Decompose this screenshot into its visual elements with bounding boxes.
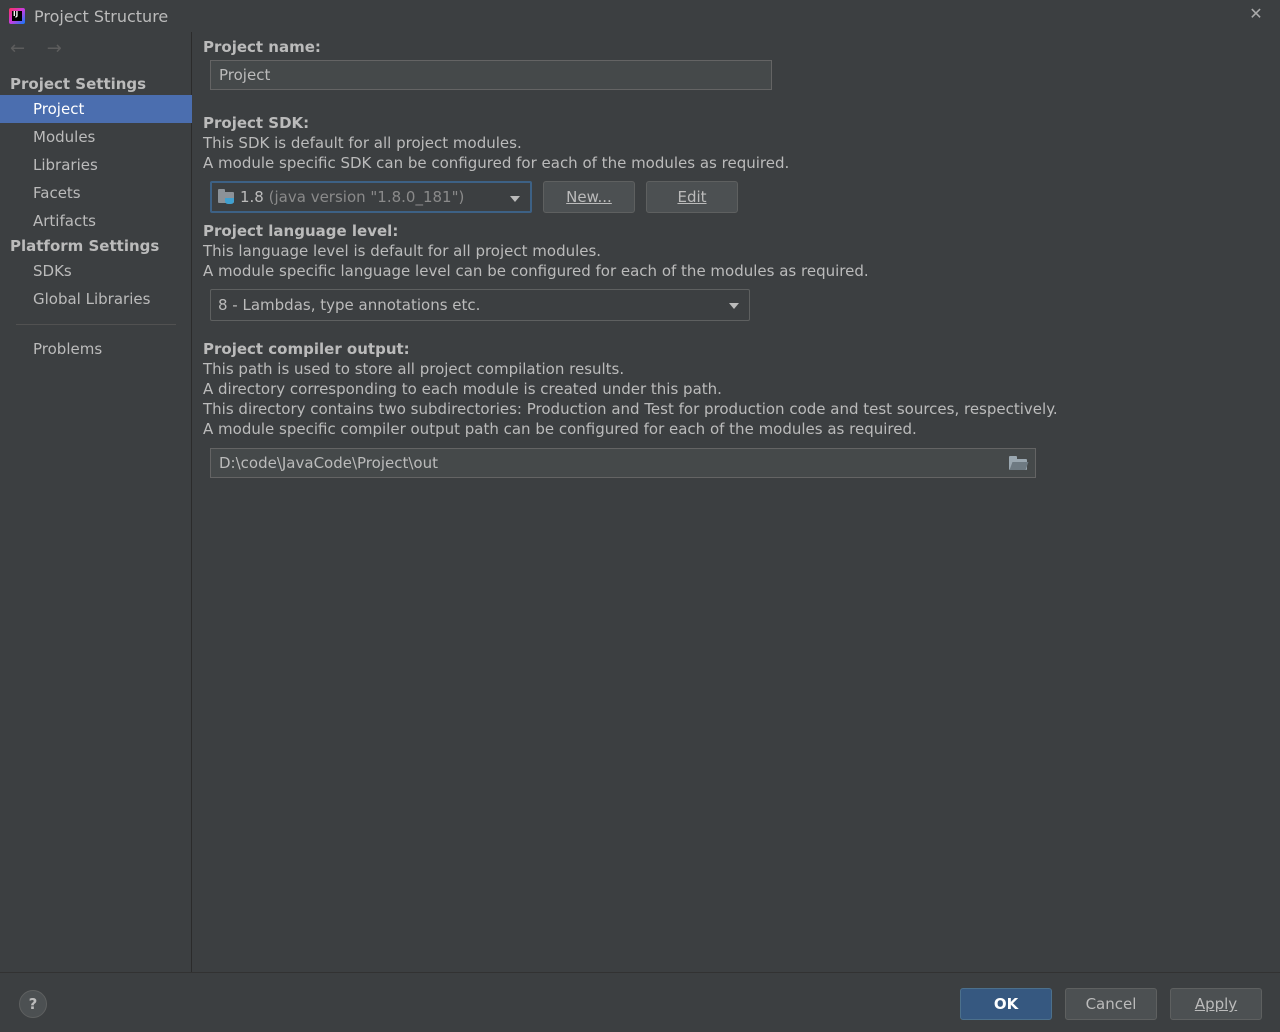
sidebar-item-project[interactable]: Project xyxy=(0,95,192,123)
project-settings-heading: Project Settings xyxy=(10,75,147,93)
sidebar-item-global-libraries[interactable]: Global Libraries xyxy=(0,285,192,313)
sidebar: ← → Project Settings Project Modules Lib… xyxy=(0,32,192,972)
language-level-label: Project language level: xyxy=(203,222,399,240)
project-sdk-desc-1: This SDK is default for all project modu… xyxy=(203,134,522,152)
compiler-output-path-input[interactable]: D:\code\JavaCode\Project\out xyxy=(210,448,1036,478)
back-arrow-icon[interactable]: ← xyxy=(10,38,36,60)
help-icon[interactable]: ? xyxy=(19,990,47,1018)
compiler-output-desc-3: This directory contains two subdirectori… xyxy=(203,400,1058,418)
language-level-value: 8 - Lambdas, type annotations etc. xyxy=(218,296,481,314)
edit-sdk-button[interactable]: Edit xyxy=(646,181,738,213)
compiler-output-desc-1: This path is used to store all project c… xyxy=(203,360,625,378)
cancel-button[interactable]: Cancel xyxy=(1065,988,1157,1020)
project-sdk-label: Project SDK: xyxy=(203,114,310,132)
compiler-output-path: D:\code\JavaCode\Project\out xyxy=(219,454,438,472)
language-level-desc-2: A module specific language level can be … xyxy=(203,262,869,280)
chevron-down-icon xyxy=(510,196,520,202)
compiler-output-label: Project compiler output: xyxy=(203,340,410,358)
sidebar-item-artifacts[interactable]: Artifacts xyxy=(0,207,192,235)
forward-arrow-icon[interactable]: → xyxy=(47,38,73,60)
platform-settings-heading: Platform Settings xyxy=(10,237,160,255)
project-sdk-desc-2: A module specific SDK can be configured … xyxy=(203,154,790,172)
dialog-footer: ? OK Cancel Apply xyxy=(0,972,1280,1032)
language-level-desc-1: This language level is default for all p… xyxy=(203,242,602,260)
folder-icon[interactable] xyxy=(1009,455,1029,471)
sidebar-item-libraries[interactable]: Libraries xyxy=(0,151,192,179)
sdk-dropdown[interactable]: 1.8 (java version "1.8.0_181") xyxy=(210,181,532,213)
ok-button[interactable]: OK xyxy=(960,988,1052,1020)
main-panel: Project name: Project Project SDK: This … xyxy=(193,32,1280,972)
sdk-version: 1.8 xyxy=(240,188,264,206)
sidebar-item-problems[interactable]: Problems xyxy=(0,335,192,363)
apply-button[interactable]: Apply xyxy=(1170,988,1262,1020)
new-sdk-button[interactable]: New... xyxy=(543,181,635,213)
sidebar-item-sdks[interactable]: SDKs xyxy=(0,257,192,285)
project-name-label: Project name: xyxy=(203,38,321,56)
sidebar-item-facets[interactable]: Facets xyxy=(0,179,192,207)
jdk-folder-icon xyxy=(218,189,235,204)
language-level-dropdown[interactable]: 8 - Lambdas, type annotations etc. xyxy=(210,289,750,321)
compiler-output-desc-2: A directory corresponding to each module… xyxy=(203,380,722,398)
intellij-icon: IJ xyxy=(9,8,25,24)
close-icon[interactable]: ✕ xyxy=(1246,4,1266,24)
window-title: Project Structure xyxy=(34,7,169,26)
sidebar-item-modules[interactable]: Modules xyxy=(0,123,192,151)
project-name-input[interactable]: Project xyxy=(210,60,772,90)
sdk-version-detail: (java version "1.8.0_181") xyxy=(268,188,465,206)
sidebar-divider xyxy=(16,324,176,325)
compiler-output-desc-4: A module specific compiler output path c… xyxy=(203,420,917,438)
nav-arrows: ← → xyxy=(10,38,79,60)
chevron-down-icon xyxy=(729,303,739,309)
title-bar: IJ Project Structure ✕ xyxy=(0,0,1280,32)
